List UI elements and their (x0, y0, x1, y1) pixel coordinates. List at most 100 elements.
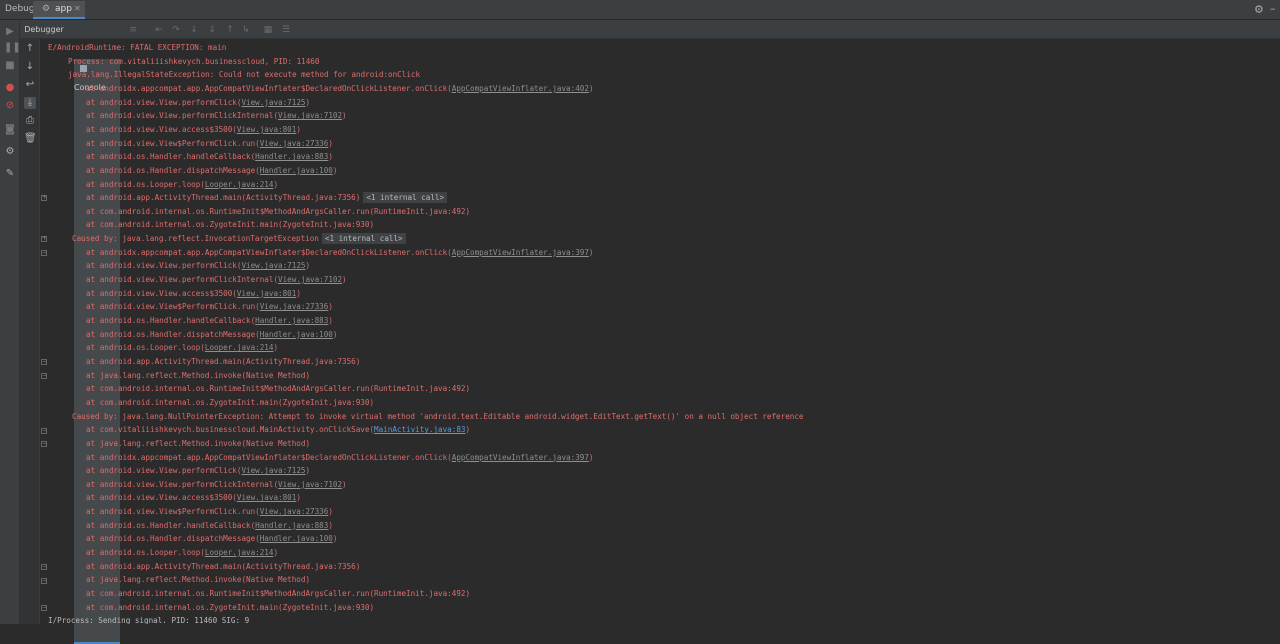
source-link[interactable]: AppCompatViewInflater.java:397 (452, 248, 589, 257)
console-line: at com.android.internal.os.RuntimeInit$M… (86, 382, 470, 396)
show-execution-point-icon[interactable]: ⇤ (153, 24, 165, 36)
fold-collapse-icon[interactable]: − (41, 250, 47, 256)
source-link[interactable]: View.java:7125 (241, 466, 305, 475)
force-step-into-icon[interactable]: ⇓ (206, 24, 218, 36)
console-line: Process: com.vitaliiishkevych.businesscl… (68, 55, 319, 69)
debug-actions-bar: ▶ ❚❚ ■ ● ⊘ ◙ ⚙ ✎ (0, 20, 21, 624)
console-line: at com.android.internal.os.ZygoteInit.ma… (86, 601, 374, 615)
resume-icon[interactable]: ▶ (4, 26, 16, 38)
view-breakpoints-icon[interactable]: ● (4, 82, 16, 94)
console-line: at androidx.appcompat.app.AppCompatViewI… (86, 246, 593, 260)
console-line: I/Process: Sending signal. PID: 11460 SI… (48, 614, 249, 624)
fold-collapse-icon[interactable]: − (41, 578, 47, 584)
console-line: java.lang.IllegalStateException: Could n… (68, 68, 420, 82)
source-link[interactable]: View.java:27336 (260, 139, 329, 148)
console-line-text: at android.os.Handler.dispatchMessage( (86, 165, 260, 175)
console-line: Caused by: java.lang.reflect.InvocationT… (72, 232, 406, 246)
console-line-suffix: ) (342, 479, 347, 489)
source-link[interactable]: View.java:7125 (241, 98, 305, 107)
up-arrow-icon[interactable]: ↑ (24, 43, 36, 55)
pin-icon[interactable]: ✎ (4, 168, 16, 180)
source-link[interactable]: View.java:7102 (278, 480, 342, 489)
console-line-text: at android.os.Looper.loop( (86, 179, 205, 189)
mute-breakpoints-icon[interactable]: ⊘ (4, 100, 16, 112)
source-link[interactable]: Handler.java:100 (260, 534, 333, 543)
console-output[interactable]: E/AndroidRuntime: FATAL EXCEPTION: main P… (48, 39, 1280, 624)
source-link[interactable]: Looper.java:214 (205, 548, 274, 557)
print-icon[interactable]: ⎙ (24, 115, 36, 127)
console-line-text: at java.lang.reflect.Method.invoke(Nativ… (86, 438, 311, 448)
hide-icon[interactable]: – (1270, 2, 1276, 15)
console-line: at android.os.Handler.dispatchMessage(Ha… (86, 532, 337, 546)
console-line-suffix: ) (296, 288, 301, 298)
scroll-to-end-icon[interactable]: ⤓ (24, 97, 36, 109)
console-line-text: at android.os.Handler.handleCallback( (86, 316, 256, 325)
trash-icon[interactable]: 🗑 (24, 133, 37, 145)
debug-tool-window-header: Debug: ⚙ app ✕ ⚙ – (0, 0, 1280, 20)
console-line: at java.lang.reflect.Method.invoke(Nativ… (86, 437, 310, 451)
console-line-suffix: ) (342, 111, 347, 121)
internal-call-fold[interactable]: <1 internal call> (363, 192, 448, 204)
console-line-text: at android.os.Looper.loop( (86, 548, 205, 558)
fold-collapse-icon[interactable]: − (41, 564, 47, 570)
step-over-icon[interactable]: ↷ (170, 24, 182, 36)
console-line: Caused by: java.lang.NullPointerExceptio… (72, 410, 804, 424)
console-line-suffix: ) (328, 316, 333, 325)
source-link[interactable]: Handler.java:100 (260, 330, 333, 339)
pause-icon[interactable]: ❚❚ (4, 42, 21, 54)
settings-icon[interactable]: ⚙ (4, 146, 16, 158)
source-link[interactable]: Handler.java:100 (260, 166, 333, 175)
console-line-text: at android.view.View.access$3500( (86, 288, 237, 298)
fold-collapse-icon[interactable]: − (41, 359, 47, 365)
tab-debugger[interactable]: Debugger (22, 20, 66, 39)
console-line-text: at com.vitaliiishkevych.businesscloud.Ma… (86, 425, 375, 435)
source-link[interactable]: AppCompatViewInflater.java:397 (452, 453, 589, 462)
console-line: at android.app.ActivityThread.main(Activ… (86, 355, 360, 369)
stop-icon[interactable]: ■ (4, 60, 16, 72)
internal-call-fold[interactable]: <1 internal call> (321, 233, 406, 245)
android-icon: ⚙ (42, 4, 51, 14)
fold-expand-icon[interactable]: + (41, 236, 47, 242)
debug-session-tab-app[interactable]: ⚙ app ✕ (33, 1, 85, 19)
console-line-text: at android.os.Handler.dispatchMessage( (86, 534, 260, 544)
fold-collapse-icon[interactable]: − (41, 428, 47, 434)
camera-icon[interactable]: ◙ (4, 124, 16, 136)
run-to-cursor-icon[interactable]: ↳ (240, 24, 252, 36)
fold-collapse-icon[interactable]: − (41, 441, 47, 447)
fold-expand-icon[interactable]: + (41, 195, 47, 201)
close-icon[interactable]: ✕ (74, 4, 81, 13)
down-arrow-icon[interactable]: ↓ (24, 61, 36, 73)
source-link[interactable]: AppCompatViewInflater.java:402 (452, 84, 589, 93)
source-link[interactable]: Looper.java:214 (205, 180, 274, 189)
console-line-suffix: ) (588, 452, 594, 462)
source-link[interactable]: View.java:801 (237, 289, 296, 298)
console-line-text: at com.android.internal.os.RuntimeInit$M… (86, 384, 471, 394)
source-link[interactable]: Handler.java:883 (255, 152, 328, 161)
source-link[interactable]: Handler.java:883 (255, 316, 328, 325)
layout-icon[interactable]: ≡ (127, 24, 139, 36)
evaluate-icon[interactable]: ▦ (262, 24, 274, 36)
restore-layout-icon[interactable]: ☰ (280, 24, 292, 36)
step-out-icon[interactable]: ↑ (224, 24, 236, 36)
source-link[interactable]: Handler.java:883 (255, 521, 328, 530)
source-link[interactable]: View.java:7102 (278, 275, 342, 284)
source-link[interactable]: View.java:801 (237, 125, 296, 134)
source-link[interactable]: View.java:27336 (260, 302, 329, 311)
source-link[interactable]: View.java:7125 (241, 261, 305, 270)
source-link[interactable]: View.java:7102 (278, 111, 342, 120)
fold-collapse-icon[interactable]: − (41, 373, 47, 379)
console-line-text: E/AndroidRuntime: FATAL EXCEPTION: main (48, 43, 227, 52)
console-line-text: at android.view.View$PerformClick.run( (86, 302, 260, 312)
source-link[interactable]: View.java:27336 (260, 507, 329, 516)
source-link[interactable]: MainActivity.java:83 (374, 425, 465, 434)
fold-collapse-icon[interactable]: − (41, 605, 47, 611)
soft-wrap-icon[interactable]: ↩ (24, 79, 36, 91)
console-line: at android.view.View.performClickInterna… (86, 109, 347, 123)
source-link[interactable]: View.java:801 (237, 493, 296, 502)
console-line-suffix: ) (342, 275, 347, 285)
source-link[interactable]: Looper.java:214 (205, 343, 274, 352)
console-line: at android.view.View$PerformClick.run(Vi… (86, 505, 333, 519)
gear-icon[interactable]: ⚙ (1254, 3, 1264, 16)
console-line-suffix: ) (328, 302, 333, 312)
step-into-icon[interactable]: ↓ (188, 24, 200, 36)
